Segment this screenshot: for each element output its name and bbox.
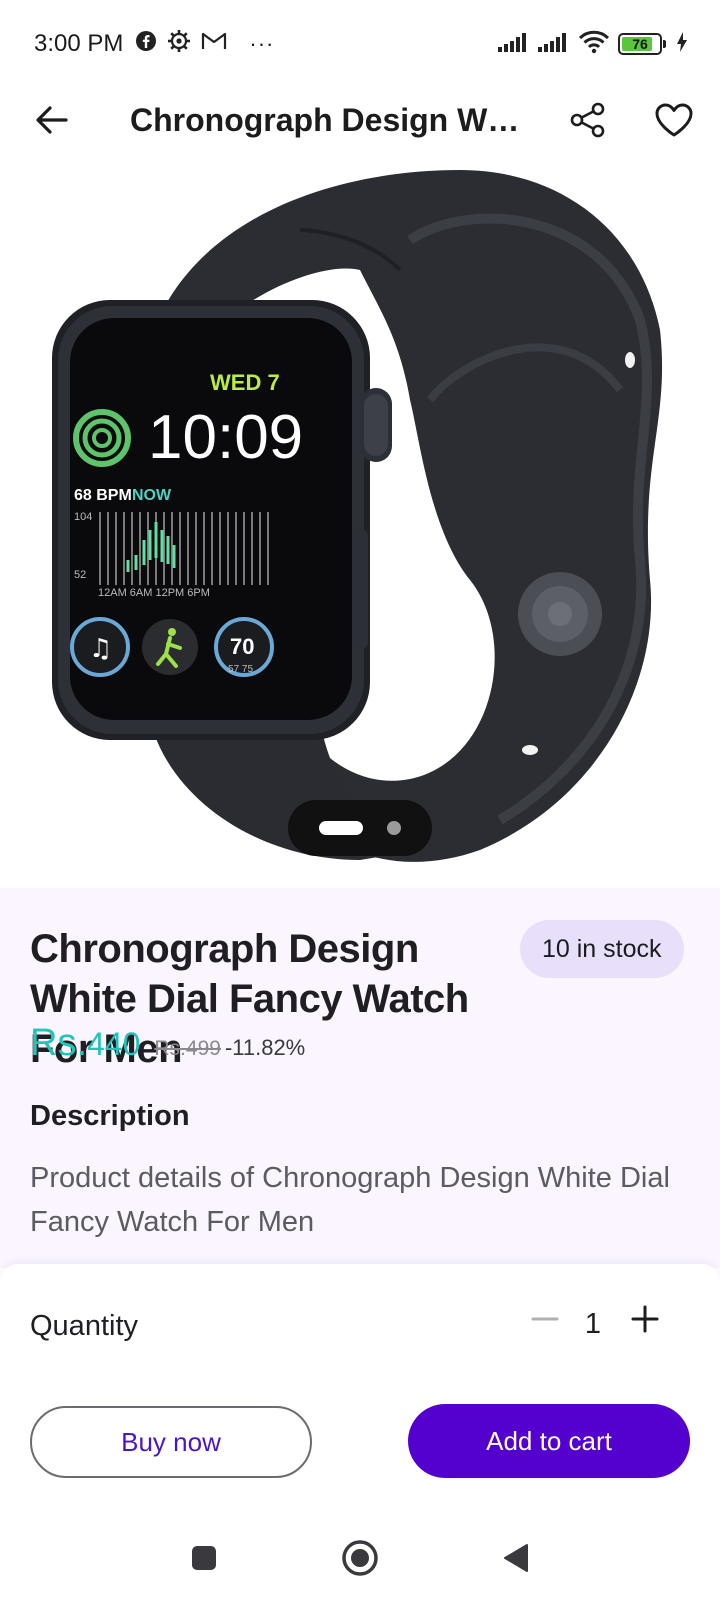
battery-level: 76 <box>632 36 648 52</box>
minus-icon <box>531 1317 559 1321</box>
square-icon <box>192 1546 216 1570</box>
add-to-cart-button[interactable]: Add to cart <box>408 1404 690 1478</box>
product-image-carousel[interactable]: WED 7 10:09 68 BPM NOW 104 52 12AM 6AM 1… <box>0 160 720 888</box>
heart-icon <box>655 103 693 137</box>
svg-text:12AM 6AM 12PM 6PM: 12AM 6AM 12PM 6PM <box>98 587 210 599</box>
svg-text:♫: ♫ <box>89 634 112 664</box>
price-row: Rs.440 Rs.499 -11.82% <box>30 1022 305 1065</box>
status-time: 3:00 PM <box>34 30 124 57</box>
quantity-increase-button[interactable] <box>620 1294 670 1344</box>
favorite-button[interactable] <box>646 92 702 148</box>
share-button[interactable] <box>560 92 616 148</box>
product-image: WED 7 10:09 68 BPM NOW 104 52 12AM 6AM 1… <box>52 170 663 862</box>
discount-percent: -11.82% <box>224 1035 306 1060</box>
top-app-bar: Chronograph Design White Dial Fancy Watc… <box>0 88 720 152</box>
purchase-panel: Quantity 1 Buy now Add to cart <box>0 1264 720 1512</box>
system-nav-bar <box>0 1512 720 1600</box>
price-value: 440 <box>87 1026 141 1062</box>
status-left: 3:00 PM ··· <box>34 29 274 60</box>
price-currency: Rs. <box>30 1022 87 1064</box>
battery-icon: 76 <box>618 33 666 55</box>
signal-icon <box>498 31 530 58</box>
current-price: Rs.440 <box>30 1022 140 1065</box>
settings-gear-icon <box>167 29 191 60</box>
product-page: 3:00 PM ··· 76 Chronograph Design Whi WE… <box>0 0 720 1600</box>
gmail-icon <box>201 30 227 58</box>
svg-text:70: 70 <box>230 634 254 659</box>
pager-dot-active[interactable] <box>319 821 363 835</box>
product-info: Chronograph Design White Dial Fancy Watc… <box>0 888 720 1268</box>
svg-text:NOW: NOW <box>132 487 172 504</box>
facebook-icon <box>135 30 157 59</box>
status-bar: 3:00 PM ··· 76 <box>0 0 720 88</box>
share-icon <box>570 102 605 138</box>
circle-home-icon <box>342 1540 378 1576</box>
svg-text:104: 104 <box>74 511 92 523</box>
quantity-value: 1 <box>584 1308 602 1340</box>
stock-badge: 10 in stock <box>520 920 684 978</box>
charging-icon <box>676 31 688 58</box>
recents-button[interactable] <box>176 1530 232 1586</box>
image-pager[interactable] <box>288 800 432 856</box>
svg-text:10:09: 10:09 <box>148 403 303 472</box>
buy-now-button[interactable]: Buy now <box>30 1406 312 1478</box>
quantity-decrease-button[interactable] <box>520 1294 570 1344</box>
more-notifications: ··· <box>249 31 275 56</box>
arrow-left-icon <box>36 106 68 134</box>
wifi-icon <box>578 30 610 59</box>
notification-icons: ··· <box>135 29 274 60</box>
pager-dot[interactable] <box>387 821 401 835</box>
signal-icon <box>538 31 570 58</box>
svg-text:68 BPM: 68 BPM <box>74 487 132 504</box>
quantity-label: Quantity <box>30 1310 138 1342</box>
system-back-button[interactable] <box>488 1530 544 1586</box>
plus-icon <box>631 1305 659 1333</box>
status-right: 76 <box>498 30 688 59</box>
page-title: Chronograph Design White Dial Fancy Watc… <box>130 101 520 138</box>
description-heading: Description <box>30 1100 190 1132</box>
home-button[interactable] <box>332 1530 388 1586</box>
original-price: Rs.499 <box>154 1037 221 1060</box>
svg-text:57 75: 57 75 <box>228 664 253 675</box>
svg-text:WED 7: WED 7 <box>210 370 280 395</box>
back-button[interactable] <box>24 92 80 148</box>
triangle-back-icon <box>504 1544 528 1572</box>
svg-text:52: 52 <box>74 569 86 581</box>
description-text: Product details of Chronograph Design Wh… <box>30 1162 670 1238</box>
